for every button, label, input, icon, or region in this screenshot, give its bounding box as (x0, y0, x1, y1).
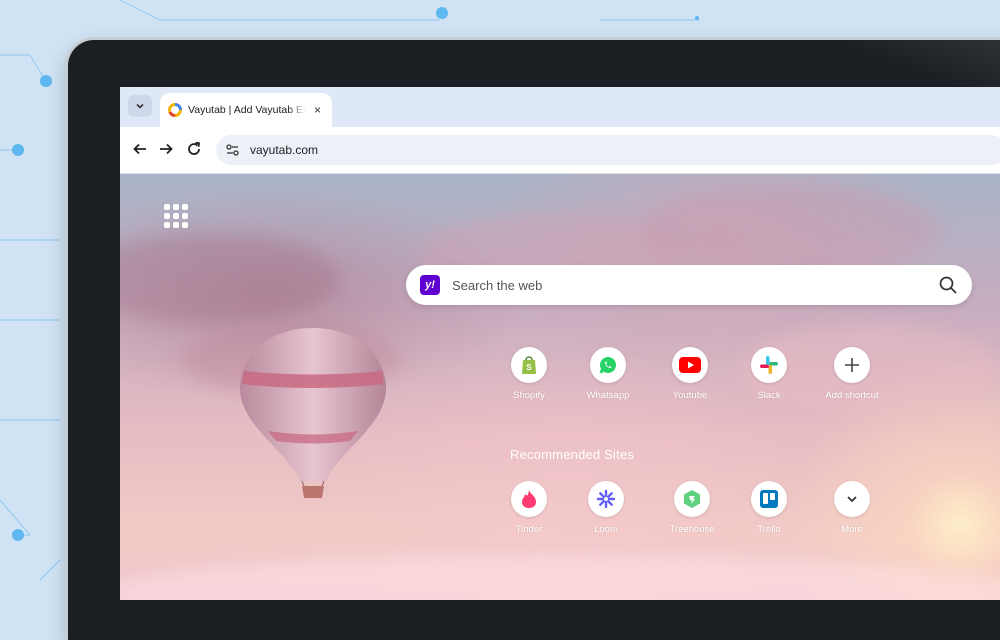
shortcut-label: Add shortcut (825, 390, 879, 401)
browser-toolbar: vayutab.com (120, 127, 1000, 174)
plus-icon (845, 358, 859, 372)
arrow-right-icon (160, 143, 173, 155)
youtube-icon (679, 357, 701, 373)
reload-button[interactable] (182, 137, 206, 161)
recommended-loom[interactable]: Loom (561, 481, 651, 535)
shortcut-whatsapp[interactable]: Whatsapp (563, 347, 653, 401)
chevron-down-icon (847, 496, 857, 503)
tab-close-icon[interactable]: × (314, 103, 321, 117)
shortcut-shopify[interactable]: S Shopify (484, 347, 574, 401)
search-icon[interactable] (938, 275, 958, 295)
tab-strip: Vayutab | Add Vayutab Extension × (120, 87, 1000, 127)
apps-grid-icon[interactable] (164, 204, 188, 228)
shortcut-label: Whatsapp (586, 390, 630, 401)
more-sites-button[interactable]: More (807, 481, 897, 535)
hot-air-balloon-image (240, 328, 386, 498)
new-tab-page: y! S Shopify (120, 174, 1000, 600)
yahoo-logo-icon: y! (420, 275, 440, 295)
shortcut-youtube[interactable]: Youtube (645, 347, 735, 401)
forward-button[interactable] (154, 137, 178, 161)
trello-icon (760, 490, 778, 508)
treehouse-icon (684, 490, 700, 508)
shortcut-label: Youtube (672, 390, 708, 401)
vayutab-favicon-icon (168, 103, 182, 117)
tab-search-button[interactable] (128, 95, 152, 117)
shortcut-label: Slack (757, 390, 781, 401)
address-url: vayutab.com (250, 143, 319, 157)
loom-icon (596, 489, 616, 509)
recommended-sites-heading: Recommended Sites (510, 447, 635, 462)
shortcut-slack[interactable]: Slack (724, 347, 814, 401)
tab-title: Vayutab | Add Vayutab Extension (188, 104, 306, 116)
address-bar[interactable]: vayutab.com (216, 135, 1000, 165)
search-input[interactable] (450, 276, 938, 294)
back-button[interactable] (128, 137, 152, 161)
reload-icon (188, 141, 200, 155)
whatsapp-icon (599, 357, 616, 374)
shortcut-label: Shopify (513, 390, 545, 401)
site-info-icon[interactable] (224, 141, 242, 159)
add-shortcut-button[interactable]: Add shortcut (807, 347, 897, 401)
recommended-label: More (841, 524, 863, 535)
chevron-down-icon (136, 103, 144, 109)
browser-window: Vayutab | Add Vayutab Extension × (120, 87, 1000, 600)
shopify-icon: S (522, 356, 536, 374)
tab-vayutab[interactable]: Vayutab | Add Vayutab Extension × (160, 93, 332, 127)
svg-text:S: S (526, 363, 532, 372)
recommended-trello[interactable]: Trello (724, 481, 814, 535)
slack-icon (760, 356, 778, 374)
tinder-icon (522, 490, 536, 508)
recommended-label: Loom (594, 524, 618, 535)
arrow-left-icon (133, 143, 146, 155)
web-search-bar: y! (406, 265, 972, 305)
recommended-label: Trello (757, 524, 781, 535)
